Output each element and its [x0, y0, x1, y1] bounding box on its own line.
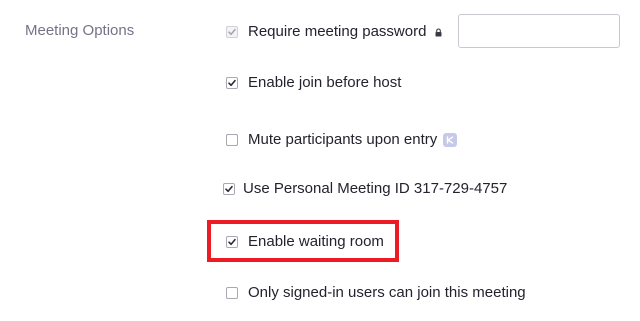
require-password-checkbox[interactable]: [226, 26, 238, 38]
mute-upon-entry-checkbox[interactable]: [226, 134, 238, 146]
signed-in-only-checkbox[interactable]: [226, 287, 238, 299]
meeting-password-input[interactable]: [458, 14, 620, 48]
option-mute-upon-entry[interactable]: Mute participants upon entry: [226, 130, 458, 150]
option-require-password[interactable]: Require meeting password: [226, 22, 442, 42]
option-personal-meeting-id[interactable]: Use Personal Meeting ID 317-729-4757: [223, 179, 507, 199]
option-label[interactable]: Only signed-in users can join this meeti…: [248, 284, 526, 302]
join-before-host-checkbox[interactable]: [226, 77, 238, 89]
option-label[interactable]: Require meeting password: [248, 23, 426, 41]
option-label[interactable]: Use Personal Meeting ID 317-729-4757: [243, 180, 507, 198]
highlight-box: [207, 220, 399, 262]
option-signed-in-only[interactable]: Only signed-in users can join this meeti…: [226, 283, 526, 303]
section-label: Meeting Options: [25, 22, 135, 39]
option-join-before-host[interactable]: Enable join before host: [226, 73, 401, 93]
locked-setting-badge-icon: [443, 133, 458, 147]
option-label[interactable]: Enable join before host: [248, 74, 401, 92]
lock-icon: [435, 23, 442, 41]
option-label[interactable]: Mute participants upon entry: [248, 131, 437, 149]
personal-meeting-id-checkbox[interactable]: [223, 183, 235, 195]
